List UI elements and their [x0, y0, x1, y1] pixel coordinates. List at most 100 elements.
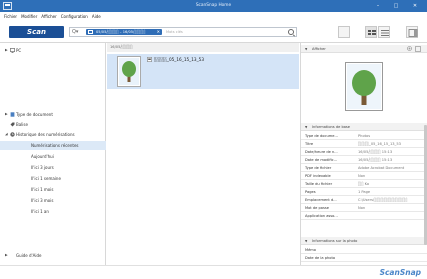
minimize-button[interactable]: –: [371, 2, 385, 10]
property-value: Adobe Acrobat Document: [358, 166, 405, 170]
date-filter-text: 05/05/░░░░ – 16/05/░░░░: [96, 30, 146, 34]
list-item[interactable]: ░░░░_05_16_15_13_53: [107, 54, 299, 89]
sidebar-item-help-guide[interactable]: ▶ Guide d'Aide: [0, 251, 106, 260]
sidebar-item-tag[interactable]: Balise: [0, 120, 106, 129]
property-value: 1 Page: [358, 190, 371, 194]
sidebar-item-recent-scans[interactable]: Numérisations récentes: [0, 141, 106, 150]
search-icon[interactable]: [288, 29, 294, 35]
property-row: Date de modific... 16/05/░░░░ 15:13: [301, 156, 427, 164]
sidebar-item-label: Balise: [16, 122, 28, 127]
menu-edit[interactable]: Modifier: [21, 14, 37, 19]
preview-image: [345, 62, 383, 111]
property-key: PDF indexable: [305, 174, 331, 178]
property-key: Date de modific...: [305, 158, 338, 162]
property-row: Pages 1 Page: [301, 188, 427, 196]
property-value: 16/05/░░░░ 15:13: [358, 158, 393, 162]
sidebar-item-1-month[interactable]: Il'ici 1 mois: [0, 185, 106, 194]
menu-configuration[interactable]: Configuration: [61, 14, 88, 19]
layout-button[interactable]: [338, 26, 350, 38]
property-value[interactable]: ░░░░_05_16_15_13_53: [358, 140, 424, 148]
toolbar: Scan Q▾ 05/05/░░░░ – 16/05/░░░░ ✕ Mots c…: [0, 21, 427, 43]
expand-icon[interactable]: ▶: [5, 110, 8, 119]
remove-filter-icon[interactable]: ✕: [157, 29, 160, 35]
property-row: Titre ░░░░_05_16_15_13_53: [301, 140, 427, 148]
property-row: Application asso...: [301, 212, 427, 220]
property-key: Date/heure de n...: [305, 150, 338, 154]
collapse-icon[interactable]: ◢: [5, 130, 8, 139]
property-key: Titre: [305, 142, 314, 146]
settings-icon[interactable]: [415, 46, 421, 52]
search-bar: Q▾ 05/05/░░░░ – 16/05/░░░░ ✕ Mots clés: [69, 27, 297, 37]
expand-icon[interactable]: ▶: [5, 251, 8, 260]
title-bar: ScanSnap Home – □ ✕: [0, 0, 427, 12]
property-value: 16/05/░░░░ 15:13: [358, 150, 393, 154]
property-row: Emplacement d... C:\Users\░░░░░░░░░░░░: [301, 196, 427, 204]
sidebar-item-scan-history[interactable]: ◢ Historique des numérisations: [0, 130, 106, 139]
photo-info-section-header[interactable]: Informations sur la photo: [301, 237, 427, 245]
sidebar-item-pc[interactable]: ▶ PC: [0, 46, 106, 55]
scan-button[interactable]: Scan: [9, 26, 64, 38]
property-row: PDF indexable Non: [301, 172, 427, 180]
file-list: 16/05/░░░░ ░░░░_05_16_15_13_53: [107, 43, 299, 265]
status-bar: ScanSnap: [0, 265, 427, 279]
property-key: Taille du fichier: [305, 182, 333, 186]
sidebar-item-1-year[interactable]: Il'ici 1 an: [0, 207, 106, 216]
menu-bar: Fichier Modifier Afficher Configuration Aide: [0, 12, 427, 21]
group-header-date: 16/05/░░░░: [107, 43, 299, 52]
property-value: Non: [358, 206, 366, 210]
history-icon: [10, 132, 15, 137]
sidebar-item-document-type[interactable]: ▶ Type de document: [0, 110, 106, 119]
pdf-file-icon: [147, 57, 152, 62]
sidebar-item-3-months[interactable]: Il'ici 3 mois: [0, 196, 106, 205]
property-row: Type de fichier Adobe Acrobat Document: [301, 164, 427, 172]
property-row: Type de docume... Photos: [301, 132, 427, 140]
property-key: Type de docume...: [305, 134, 338, 138]
menu-help[interactable]: Aide: [92, 14, 101, 19]
basic-info-section-header[interactable]: Informations de base: [301, 123, 427, 131]
file-name: ░░░░_05_16_15_13_53: [154, 57, 204, 62]
sidebar-item-label: Historique des numérisations: [16, 132, 75, 137]
property-row: Mémo: [301, 246, 427, 254]
expand-icon[interactable]: ▶: [5, 46, 8, 55]
calendar-icon: [88, 30, 93, 34]
property-key: Type de fichier: [305, 166, 332, 170]
property-value: Photos: [358, 134, 371, 138]
property-row: Mot de passe Non: [301, 204, 427, 212]
zoom-icon[interactable]: [407, 46, 413, 52]
sidebar-item-label: PC: [16, 48, 22, 53]
sidebar-item-label: Guide d'Aide: [16, 253, 42, 258]
large-thumbnails-view-button[interactable]: [365, 26, 377, 38]
sidebar: ▶ PC ▶ Type de document Balise ◢ Histori…: [0, 43, 106, 265]
window-title: ScanSnap Home: [195, 3, 232, 8]
property-row: Date/heure de n... 16/05/░░░░ 15:13: [301, 148, 427, 156]
property-key: Application asso...: [305, 214, 338, 218]
computer-icon: [10, 48, 15, 53]
property-value: ░░ Ko: [358, 182, 370, 186]
doc-type-icon: [10, 112, 15, 117]
list-view-button[interactable]: [378, 26, 390, 38]
property-value: Non: [358, 174, 366, 178]
details-pane: Afficher Informations de base Type de do…: [300, 43, 427, 265]
property-row: Date de la photo: [301, 254, 427, 262]
maximize-button[interactable]: □: [389, 2, 403, 10]
search-input[interactable]: Mots clés: [166, 30, 183, 34]
sidebar-item-3-days[interactable]: Il'ici 3 jours: [0, 163, 106, 172]
date-filter-chip[interactable]: 05/05/░░░░ – 16/05/░░░░ ✕: [86, 29, 162, 35]
property-row: Taille du fichier ░░ Ko: [301, 180, 427, 188]
close-button[interactable]: ✕: [408, 2, 422, 10]
property-key: Pages: [305, 190, 316, 194]
property-value: C:\Users\░░░░░░░░░░░░: [358, 198, 408, 202]
menu-view[interactable]: Afficher: [41, 14, 56, 19]
sidebar-item-label: Type de document: [16, 112, 53, 117]
tag-icon: [10, 122, 15, 127]
search-filter-dropdown[interactable]: Q▾: [70, 28, 86, 36]
brand-logo: ScanSnap: [379, 268, 421, 277]
menu-file[interactable]: Fichier: [4, 14, 17, 19]
sidebar-item-1-week[interactable]: Il'ici 1 semaine: [0, 174, 106, 183]
document-thumbnail: [117, 56, 141, 87]
property-key: Date de la photo: [305, 256, 336, 260]
detail-pane-toggle-button[interactable]: [406, 26, 418, 38]
property-key: Mot de passe: [305, 206, 329, 210]
property-key: Mémo: [305, 248, 317, 252]
sidebar-item-today[interactable]: Aujourd'hui: [0, 152, 106, 161]
